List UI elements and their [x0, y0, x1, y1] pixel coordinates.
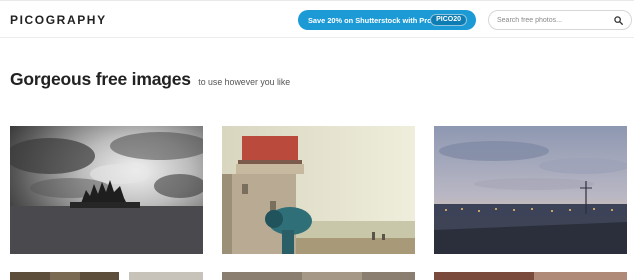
- hero-subtitle: to use however you like: [198, 77, 291, 87]
- page: PICOGRAPHY Save 20% on Shutterstock with…: [0, 0, 634, 280]
- photo-harbour-image: [434, 126, 627, 254]
- photo-card-bw-statue[interactable]: [10, 126, 203, 254]
- photo-card-row2-1a[interactable]: [10, 272, 119, 280]
- photo-row2-1a-image: [10, 272, 119, 280]
- photo-bw-statue-image: [10, 126, 203, 254]
- photo-card-row2-3[interactable]: [434, 272, 627, 280]
- promo-banner-button[interactable]: Save 20% on Shutterstock with Promo Code…: [298, 10, 476, 30]
- photo-row2-2-image: [222, 272, 415, 280]
- search-icon[interactable]: [614, 16, 623, 25]
- photo-row2-3-image: [434, 272, 627, 280]
- site-header: PICOGRAPHY Save 20% on Shutterstock with…: [0, 1, 634, 38]
- photo-card-lighthouse[interactable]: [222, 126, 415, 254]
- search-box: [488, 10, 632, 30]
- hero-title: Gorgeous free images: [10, 69, 191, 89]
- site-logo[interactable]: PICOGRAPHY: [10, 13, 107, 27]
- photo-card-harbour-dusk[interactable]: [434, 126, 627, 254]
- photo-card-row2-1b[interactable]: [129, 272, 203, 280]
- search-input[interactable]: [497, 14, 609, 26]
- photo-row2-1b-image: [129, 272, 203, 280]
- hero-heading: Gorgeous free images to use however you …: [10, 69, 290, 90]
- promo-code-badge: PICO20: [430, 14, 467, 26]
- photo-lighthouse-image: [222, 126, 415, 254]
- photo-card-row2-2[interactable]: [222, 272, 415, 280]
